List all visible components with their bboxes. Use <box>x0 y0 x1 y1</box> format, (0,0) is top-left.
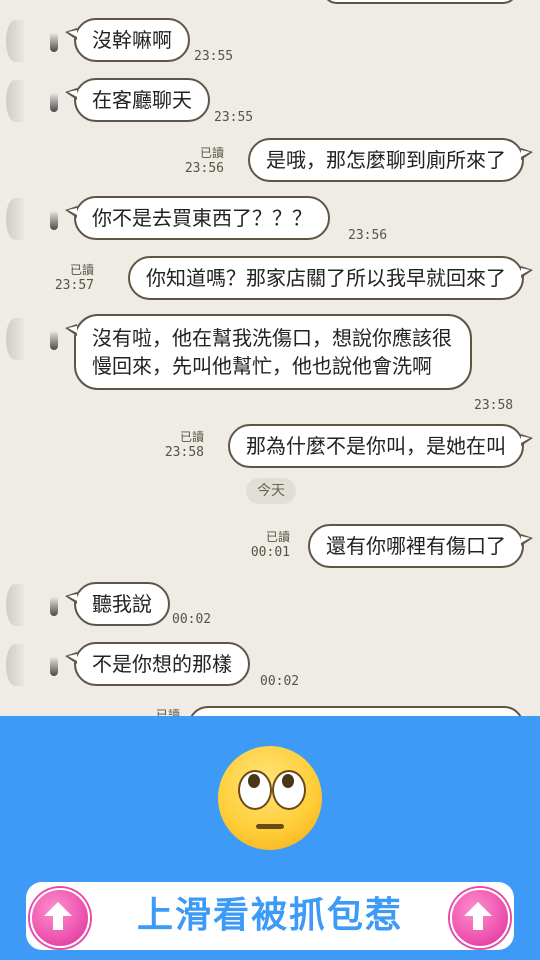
read-receipt: 已讀 23:57 <box>54 263 94 293</box>
partial-bubble-top <box>322 0 518 4</box>
swipe-label: 上滑看被抓包惹 <box>136 895 403 936</box>
message-time: 23:55 <box>194 49 234 64</box>
read-receipt: 已讀 <box>155 708 180 716</box>
message-time: 00:02 <box>172 612 212 627</box>
message-time: 23:56 <box>348 228 388 243</box>
incoming-message[interactable]: 沒有啦，他在幫我洗傷口，想說你應該很慢回來，先叫他幫忙，他也說他會洗啊 <box>65 314 472 390</box>
avatar[interactable] <box>6 642 62 688</box>
incoming-message[interactable]: 在客廳聊天 <box>65 78 210 122</box>
swipe-promo-panel[interactable]: 上滑看被抓包惹 <box>0 716 540 960</box>
avatar[interactable] <box>6 582 62 628</box>
message-text: 沒有啦，他在幫我洗傷口，想說你應該很慢回來，先叫他幫忙，他也說他會洗啊 <box>92 326 452 378</box>
incoming-message[interactable]: 沒幹嘛啊 <box>65 18 190 62</box>
message-text: 還有你哪裡有傷口了 <box>326 534 506 558</box>
message-text: 不是你想的那樣 <box>92 652 232 676</box>
message-text: 你不是去買東西了？？？ <box>92 206 312 230</box>
incoming-message[interactable]: 聽我說 <box>65 582 170 626</box>
read-receipt: 已讀 23:58 <box>164 430 204 460</box>
avatar[interactable] <box>6 196 62 242</box>
message-text: 沒幹嘛啊 <box>92 28 172 52</box>
incoming-message[interactable]: 你不是去買東西了？？？ <box>65 196 330 240</box>
avatar[interactable] <box>6 18 62 64</box>
avatar[interactable] <box>6 78 62 124</box>
swipe-up-button[interactable]: 上滑看被抓包惹 <box>26 882 514 950</box>
outgoing-message[interactable]: 是哦，那怎麼聊到廁所來了 <box>248 138 533 182</box>
avatar[interactable] <box>6 316 62 362</box>
face-with-rolling-eyes-icon <box>218 746 322 850</box>
chat-area[interactable]: 沒幹嘛啊 23:55 在客廳聊天 23:55 已讀 23:56 是哦，那怎麼聊到廁… <box>0 0 540 716</box>
message-text: 那為什麼不是你叫，是她在叫 <box>246 434 506 458</box>
outgoing-message[interactable]: 那為什麼不是你叫，是她在叫 <box>228 424 533 468</box>
message-time: 23:58 <box>474 398 514 413</box>
incoming-message[interactable]: 不是你想的那樣 <box>65 642 250 686</box>
outgoing-message-partial[interactable] <box>188 706 524 716</box>
read-receipt: 已讀 00:01 <box>250 530 290 560</box>
date-divider: 今天 <box>246 478 296 504</box>
up-arrow-icon <box>450 888 510 948</box>
message-time: 23:55 <box>214 110 254 125</box>
message-text: 是哦，那怎麼聊到廁所來了 <box>266 148 506 172</box>
message-text: 你知道嗎？那家店關了所以我早就回來了 <box>146 266 506 290</box>
message-time: 00:02 <box>260 674 300 689</box>
outgoing-message[interactable]: 還有你哪裡有傷口了 <box>308 524 533 568</box>
message-text: 在客廳聊天 <box>92 88 192 112</box>
message-text: 聽我說 <box>92 592 152 616</box>
read-receipt: 已讀 23:56 <box>184 146 224 176</box>
outgoing-message[interactable]: 你知道嗎？那家店關了所以我早就回來了 <box>128 256 533 300</box>
